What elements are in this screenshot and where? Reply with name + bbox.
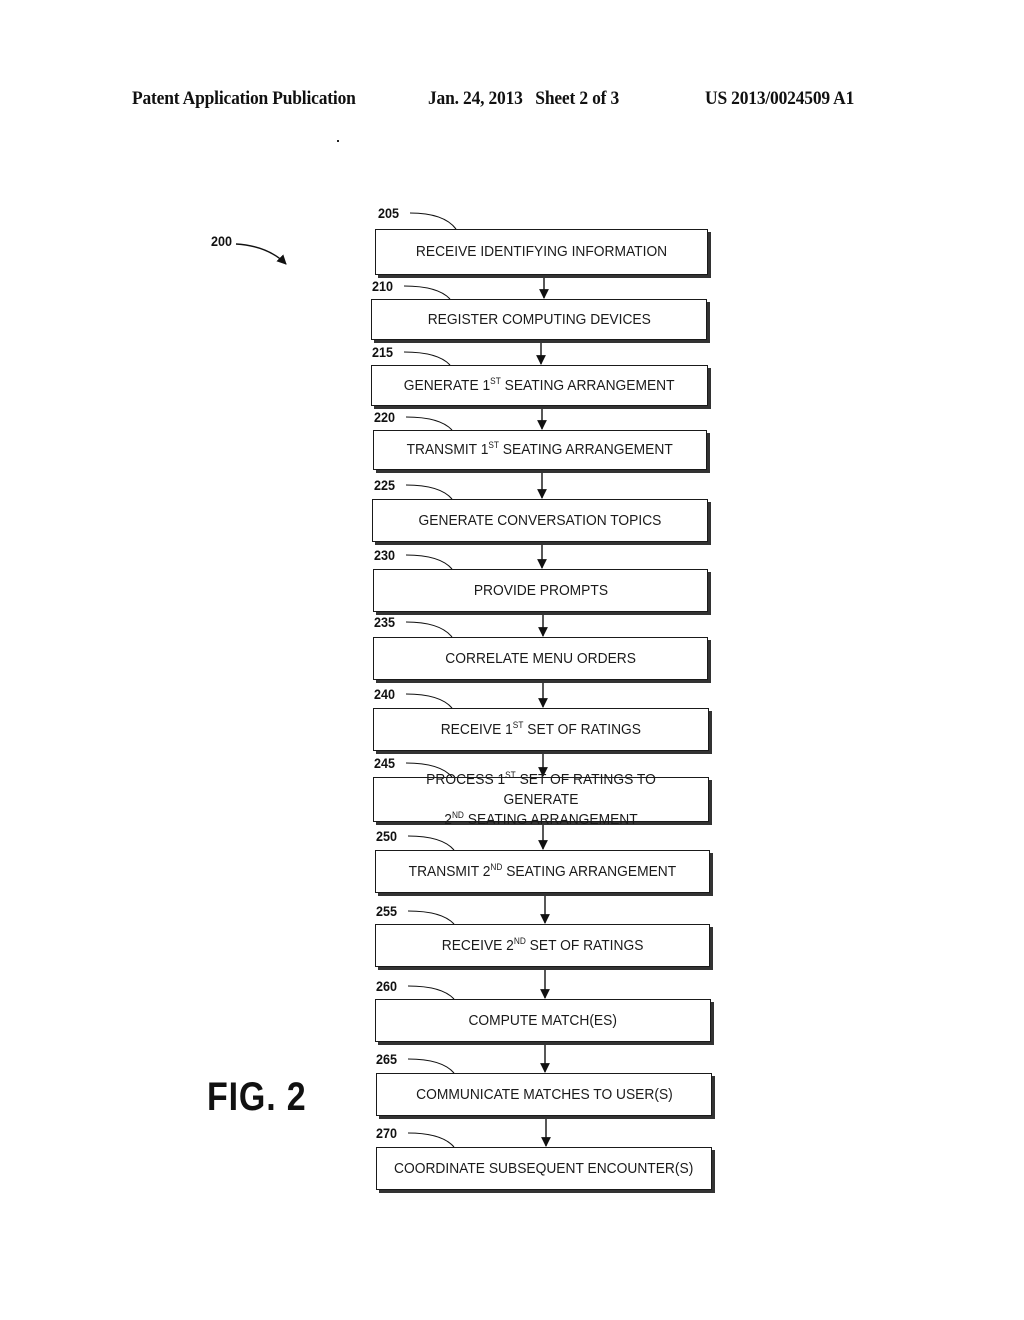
process-step-label: GENERATE CONVERSATION TOPICS bbox=[418, 511, 662, 529]
process-step-label: RECEIVE IDENTIFYING INFORMATION bbox=[415, 243, 668, 260]
process-step-label: GENERATE 1ST SEATING ARRANGEMENT bbox=[404, 375, 675, 394]
process-step-label: REGISTER COMPUTING DEVICES bbox=[427, 310, 651, 328]
step-reference-number: 215 bbox=[372, 344, 394, 360]
ordinal-superscript: ST bbox=[488, 440, 500, 450]
process-step-box: TRANSMIT 1ST SEATING ARRANGEMENT bbox=[373, 430, 707, 470]
ordinal-superscript: ST bbox=[512, 719, 524, 730]
ordinal-superscript: ND bbox=[513, 935, 526, 946]
step-reference-number: 240 bbox=[374, 686, 396, 702]
process-step-box: RECEIVE 1ST SET OF RATINGS bbox=[373, 708, 709, 751]
reference-leader-line bbox=[405, 484, 453, 500]
reference-leader-line bbox=[407, 835, 455, 851]
process-step-box: COMMUNICATE MATCHES TO USER(S) bbox=[376, 1073, 712, 1116]
step-reference-number: 210 bbox=[372, 278, 394, 294]
process-step-label: COORDINATE SUBSEQUENT ENCOUNTER(S) bbox=[394, 1159, 694, 1177]
reference-leader-line bbox=[405, 416, 453, 431]
step-reference-number: 225 bbox=[374, 477, 396, 493]
process-step-box: PROCESS 1ST SET OF RATINGS TO GENERATE 2… bbox=[373, 770, 709, 828]
step-reference-number: 220 bbox=[374, 409, 396, 425]
reference-leader-line bbox=[403, 351, 451, 366]
process-step-box: GENERATE 1ST SEATING ARRANGEMENT bbox=[371, 365, 708, 406]
ordinal-superscript: ND bbox=[451, 809, 464, 820]
process-step-box: PROVIDE PROMPTS bbox=[373, 569, 708, 612]
reference-leader-line bbox=[403, 285, 451, 300]
step-reference-number: 270 bbox=[376, 1125, 398, 1141]
step-reference-number: 235 bbox=[374, 614, 396, 630]
publication-number: US 2013/0024509 A1 bbox=[705, 88, 855, 109]
step-reference-number: 230 bbox=[374, 547, 396, 563]
publication-date-sheet: Jan. 24, 2013 Sheet 2 of 3 bbox=[428, 88, 620, 109]
reference-leader-line bbox=[405, 554, 453, 570]
reference-leader-line bbox=[407, 910, 455, 925]
step-reference-number: 205 bbox=[378, 205, 400, 221]
process-step-label: COMPUTE MATCH(ES) bbox=[468, 1011, 618, 1029]
process-step-label: RECEIVE 2ND SET OF RATINGS bbox=[441, 935, 644, 954]
scan-speck bbox=[337, 140, 339, 142]
figure-reference-arrow bbox=[235, 243, 287, 265]
step-reference-number: 265 bbox=[376, 1051, 398, 1067]
process-step-box: COMPUTE MATCH(ES) bbox=[375, 999, 711, 1042]
figure-label: FIG. 2 bbox=[207, 1075, 307, 1119]
reference-leader-line bbox=[409, 212, 457, 230]
process-step-box: TRANSMIT 2ND SEATING ARRANGEMENT bbox=[375, 850, 710, 893]
process-step-box: COORDINATE SUBSEQUENT ENCOUNTER(S) bbox=[376, 1147, 712, 1190]
process-step-label: PROCESS 1ST SET OF RATINGS TO GENERATE 2… bbox=[426, 769, 656, 828]
process-step-box: RECEIVE 2ND SET OF RATINGS bbox=[375, 924, 710, 967]
process-step-label: RECEIVE 1ST SET OF RATINGS bbox=[440, 719, 642, 738]
process-step-label: CORRELATE MENU ORDERS bbox=[445, 649, 636, 667]
process-step-label: TRANSMIT 1ST SEATING ARRANGEMENT bbox=[406, 440, 674, 459]
process-step-label: TRANSMIT 2ND SEATING ARRANGEMENT bbox=[408, 861, 677, 880]
step-reference-number: 255 bbox=[376, 903, 398, 919]
process-step-box: GENERATE CONVERSATION TOPICS bbox=[372, 499, 708, 542]
ordinal-superscript: ST bbox=[505, 769, 516, 780]
ordinal-superscript: ND bbox=[490, 861, 503, 872]
step-reference-number: 250 bbox=[376, 828, 398, 844]
process-step-label: PROVIDE PROMPTS bbox=[473, 581, 608, 599]
reference-leader-line bbox=[407, 1132, 455, 1148]
step-reference-number: 245 bbox=[374, 755, 396, 771]
reference-leader-line bbox=[407, 1058, 455, 1074]
reference-leader-line bbox=[407, 985, 455, 1000]
reference-leader-line bbox=[405, 621, 453, 638]
process-step-box: REGISTER COMPUTING DEVICES bbox=[371, 299, 707, 340]
process-step-box: RECEIVE IDENTIFYING INFORMATION bbox=[375, 229, 708, 275]
publication-title: Patent Application Publication bbox=[132, 88, 356, 109]
step-reference-number: 260 bbox=[376, 978, 398, 994]
figure-reference-number: 200 bbox=[211, 233, 233, 249]
process-step-label: COMMUNICATE MATCHES TO USER(S) bbox=[415, 1085, 673, 1103]
ordinal-superscript: ST bbox=[490, 375, 502, 386]
process-step-box: CORRELATE MENU ORDERS bbox=[373, 637, 708, 680]
reference-leader-line bbox=[405, 693, 453, 709]
